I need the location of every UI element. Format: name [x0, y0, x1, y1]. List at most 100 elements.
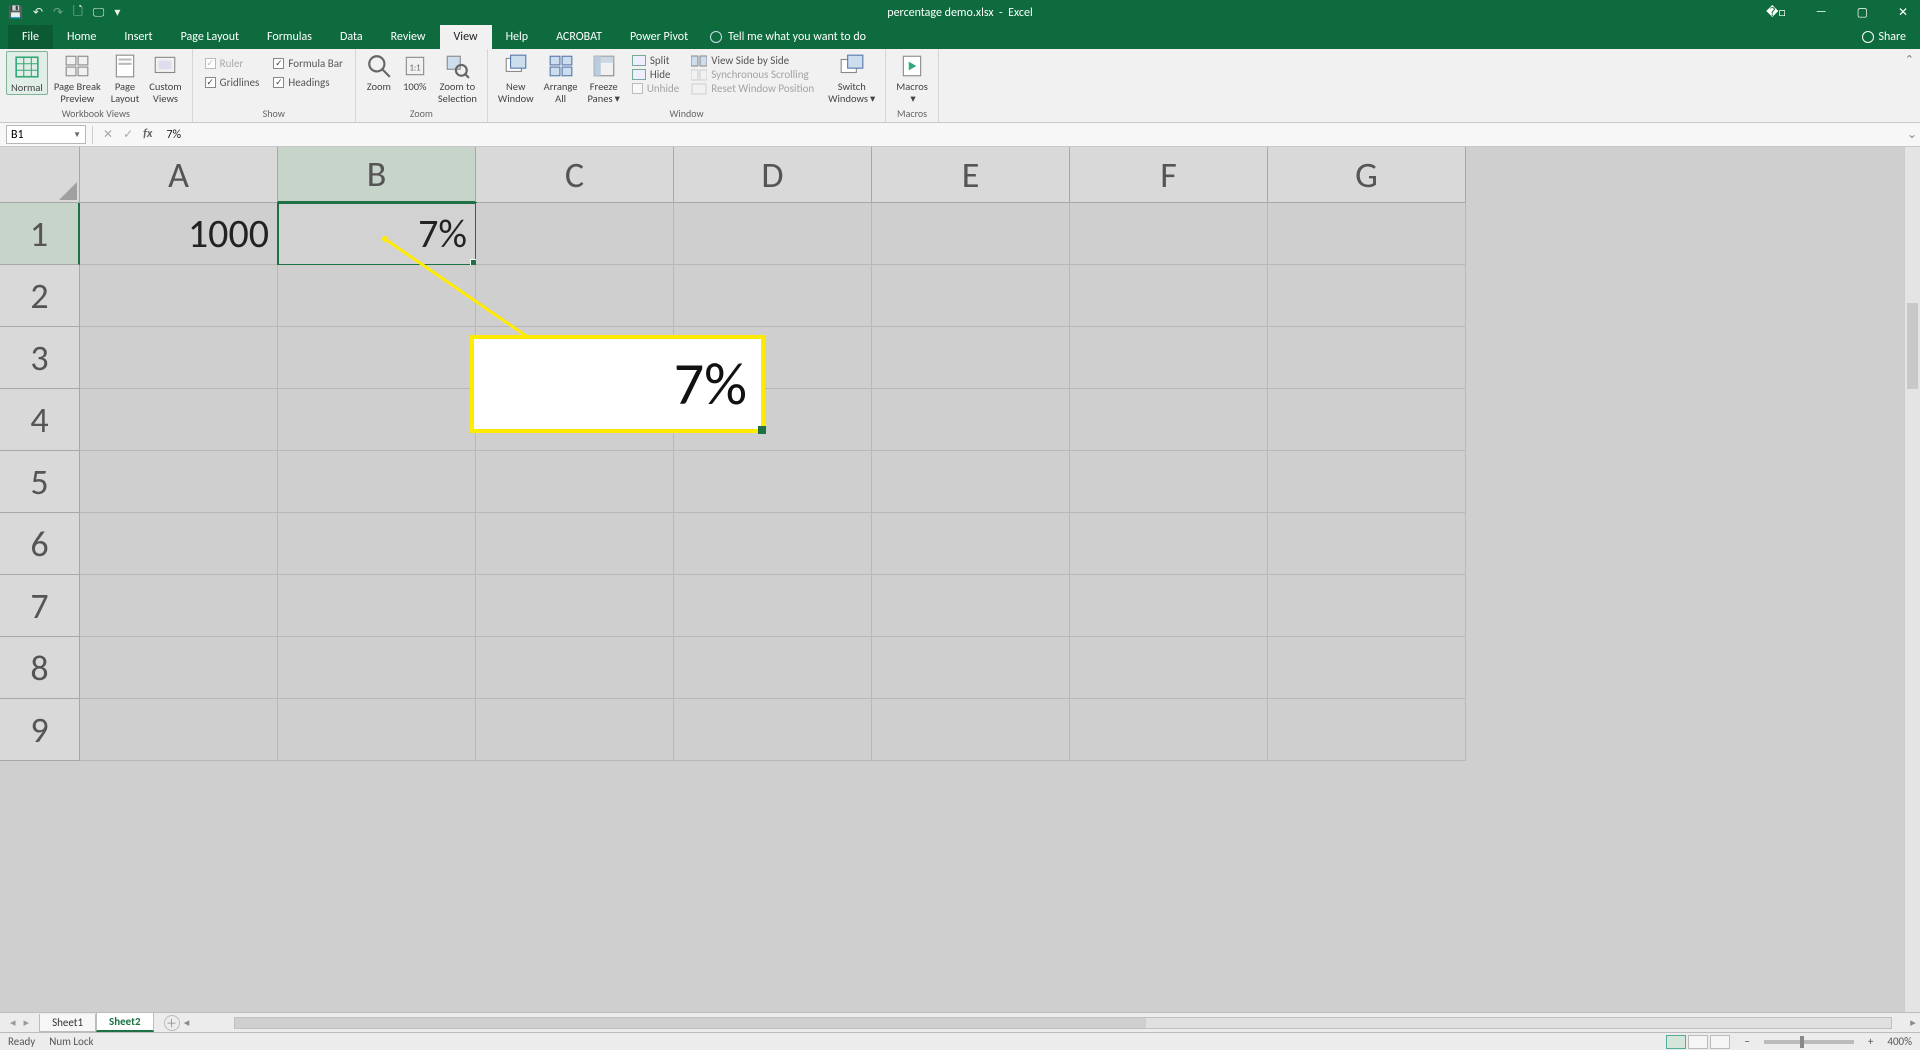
cell-F6[interactable] [1070, 513, 1268, 575]
row-header-8[interactable]: 8 [0, 637, 80, 699]
zoom-to-selection-button[interactable]: Zoom to Selection [434, 51, 481, 104]
redo-icon[interactable]: ↷ [53, 5, 63, 20]
headings-checkbox[interactable]: ✓Headings [273, 76, 342, 89]
close-icon[interactable]: ✕ [1898, 5, 1908, 20]
share-button[interactable]: Share [1862, 30, 1906, 44]
tab-view[interactable]: View [440, 25, 492, 49]
col-header-F[interactable]: F [1070, 147, 1268, 203]
cell-A5[interactable] [80, 451, 278, 513]
cell-B3[interactable] [278, 327, 476, 389]
cell-B8[interactable] [278, 637, 476, 699]
cancel-formula-icon[interactable]: ✕ [103, 127, 113, 142]
cell-E4[interactable] [872, 389, 1070, 451]
cell-B9[interactable] [278, 699, 476, 761]
freeze-panes-button[interactable]: Freeze Panes▾ [583, 51, 623, 104]
row-header-9[interactable]: 9 [0, 699, 80, 761]
horizontal-scrollbar[interactable] [234, 1017, 1892, 1029]
new-doc-icon[interactable]: 🗋 [73, 2, 83, 23]
cell-G1[interactable] [1268, 203, 1466, 265]
cells-grid[interactable]: 1000 7% [80, 203, 1904, 1012]
row-header-7[interactable]: 7 [0, 575, 80, 637]
sheet-tab-2[interactable]: Sheet2 [96, 1013, 154, 1032]
col-header-E[interactable]: E [872, 147, 1070, 203]
minimize-icon[interactable]: — [1816, 5, 1827, 20]
normal-view-button[interactable]: Normal [6, 51, 48, 95]
reset-window-position-button[interactable]: Reset Window Position [689, 82, 816, 95]
cell-A1[interactable]: 1000 [80, 203, 278, 265]
zoom-100-button[interactable]: 1:1 100% [398, 51, 432, 93]
tab-review[interactable]: Review [377, 25, 440, 49]
cell-G5[interactable] [1268, 451, 1466, 513]
name-box-dropdown-icon[interactable]: ▼ [73, 130, 81, 140]
cell-F7[interactable] [1070, 575, 1268, 637]
cell-B4[interactable] [278, 389, 476, 451]
new-window-button[interactable]: New Window [494, 51, 538, 104]
zoom-in-icon[interactable]: + [1868, 1035, 1873, 1048]
cell-C9[interactable] [476, 699, 674, 761]
cell-B2[interactable] [278, 265, 476, 327]
qat-more-icon[interactable]: ▾ [114, 5, 120, 20]
unhide-button[interactable]: Unhide [630, 82, 681, 95]
switch-windows-button[interactable]: Switch Windows▾ [824, 51, 879, 104]
cell-F9[interactable] [1070, 699, 1268, 761]
sheet-nav-prev-icon[interactable]: ◂ [10, 1016, 16, 1029]
cell-D6[interactable] [674, 513, 872, 575]
cell-E8[interactable] [872, 637, 1070, 699]
cell-A9[interactable] [80, 699, 278, 761]
vertical-scrollbar[interactable] [1904, 147, 1920, 1012]
col-header-G[interactable]: G [1268, 147, 1466, 203]
zoom-out-icon[interactable]: − [1744, 1035, 1749, 1048]
cell-D9[interactable] [674, 699, 872, 761]
select-all-corner[interactable] [0, 147, 80, 203]
cell-D8[interactable] [674, 637, 872, 699]
macros-button[interactable]: Macros▾ [892, 51, 932, 104]
cell-C7[interactable] [476, 575, 674, 637]
cell-C2[interactable] [476, 265, 674, 327]
cell-F8[interactable] [1070, 637, 1268, 699]
hide-button[interactable]: Hide [630, 68, 681, 81]
cell-F1[interactable] [1070, 203, 1268, 265]
cell-A4[interactable] [80, 389, 278, 451]
custom-views-button[interactable]: Custom Views [145, 51, 185, 104]
split-button[interactable]: Split [630, 54, 681, 67]
cell-E6[interactable] [872, 513, 1070, 575]
cell-D7[interactable] [674, 575, 872, 637]
page-layout-view-button[interactable]: Page Layout [107, 51, 143, 104]
tab-insert[interactable]: Insert [110, 25, 166, 49]
col-header-C[interactable]: C [476, 147, 674, 203]
cell-E9[interactable] [872, 699, 1070, 761]
cell-C1[interactable] [476, 203, 674, 265]
tab-data[interactable]: Data [326, 25, 377, 49]
col-header-A[interactable]: A [80, 147, 278, 203]
cell-G6[interactable] [1268, 513, 1466, 575]
row-header-2[interactable]: 2 [0, 265, 80, 327]
view-page-break-shortcut[interactable] [1710, 1035, 1730, 1049]
undo-icon[interactable]: ↶ [33, 5, 43, 20]
row-header-5[interactable]: 5 [0, 451, 80, 513]
row-header-3[interactable]: 3 [0, 327, 80, 389]
save-icon[interactable]: 💾 [8, 5, 23, 20]
cell-G7[interactable] [1268, 575, 1466, 637]
sheet-nav-next-icon[interactable]: ▸ [24, 1016, 30, 1029]
cell-F4[interactable] [1070, 389, 1268, 451]
name-box[interactable]: B1 ▼ [6, 125, 86, 144]
cell-C5[interactable] [476, 451, 674, 513]
tab-acrobat[interactable]: ACROBAT [542, 25, 616, 49]
cell-B5[interactable] [278, 451, 476, 513]
tab-file[interactable]: File [8, 25, 53, 49]
sheet-tab-1[interactable]: Sheet1 [39, 1014, 96, 1032]
gridlines-checkbox[interactable]: ✓Gridlines [205, 76, 260, 89]
view-normal-shortcut[interactable] [1666, 1035, 1686, 1049]
cell-G9[interactable] [1268, 699, 1466, 761]
tab-page-layout[interactable]: Page Layout [167, 25, 253, 49]
row-header-4[interactable]: 4 [0, 389, 80, 451]
cell-B7[interactable] [278, 575, 476, 637]
synchronous-scrolling-button[interactable]: Synchronous Scrolling [689, 68, 816, 81]
hscroll-left-icon[interactable]: ◂ [180, 1016, 194, 1029]
cell-E2[interactable] [872, 265, 1070, 327]
cell-G8[interactable] [1268, 637, 1466, 699]
maximize-icon[interactable]: ▢ [1857, 5, 1868, 20]
col-header-B[interactable]: B [278, 147, 476, 203]
formula-input[interactable]: 7% [158, 128, 1904, 142]
cell-A2[interactable] [80, 265, 278, 327]
